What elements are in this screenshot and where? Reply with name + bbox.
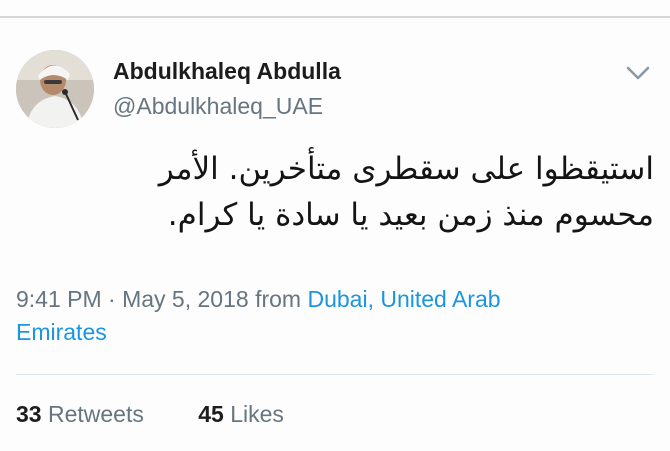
tweet-stats: 33 Retweets 45 Likes <box>16 401 284 428</box>
tweet-meta: 9:41 PM · May 5, 2018 from Dubai, United… <box>16 283 616 349</box>
likes-label: Likes <box>230 401 284 427</box>
author-handle[interactable]: @Abdulkhaleq_UAE <box>113 93 323 120</box>
avatar[interactable] <box>16 50 94 128</box>
retweets-label: Retweets <box>47 401 144 427</box>
likes-stat[interactable]: 45 Likes <box>198 401 284 427</box>
location-line-2: Emirates <box>16 319 107 345</box>
tweet-card: Abdulkhaleq Abdulla @Abdulkhaleq_UAE است… <box>0 0 670 451</box>
stats-divider <box>16 374 654 375</box>
tweet-text-line: استيقظوا على سقطرى متأخرين. الأمر <box>158 151 654 187</box>
tweet-text: استيقظوا على سقطرى متأخرين. الأمر محسوم … <box>34 146 654 238</box>
top-divider <box>0 16 670 18</box>
location-line-1: Dubai, United Arab <box>307 286 501 312</box>
retweets-stat[interactable]: 33 Retweets <box>16 401 144 427</box>
likes-count: 45 <box>198 401 224 427</box>
author-name[interactable]: Abdulkhaleq Abdulla <box>113 58 341 85</box>
retweets-count: 33 <box>16 401 42 427</box>
timestamp[interactable]: 9:41 PM · May 5, 2018 <box>16 286 249 312</box>
avatar-photo <box>16 50 94 128</box>
tweet-text-line: محسوم منذ زمن بعيد يا سادة يا كرام. <box>167 197 654 233</box>
from-label: from <box>255 286 302 312</box>
chevron-down-icon[interactable] <box>622 62 654 84</box>
